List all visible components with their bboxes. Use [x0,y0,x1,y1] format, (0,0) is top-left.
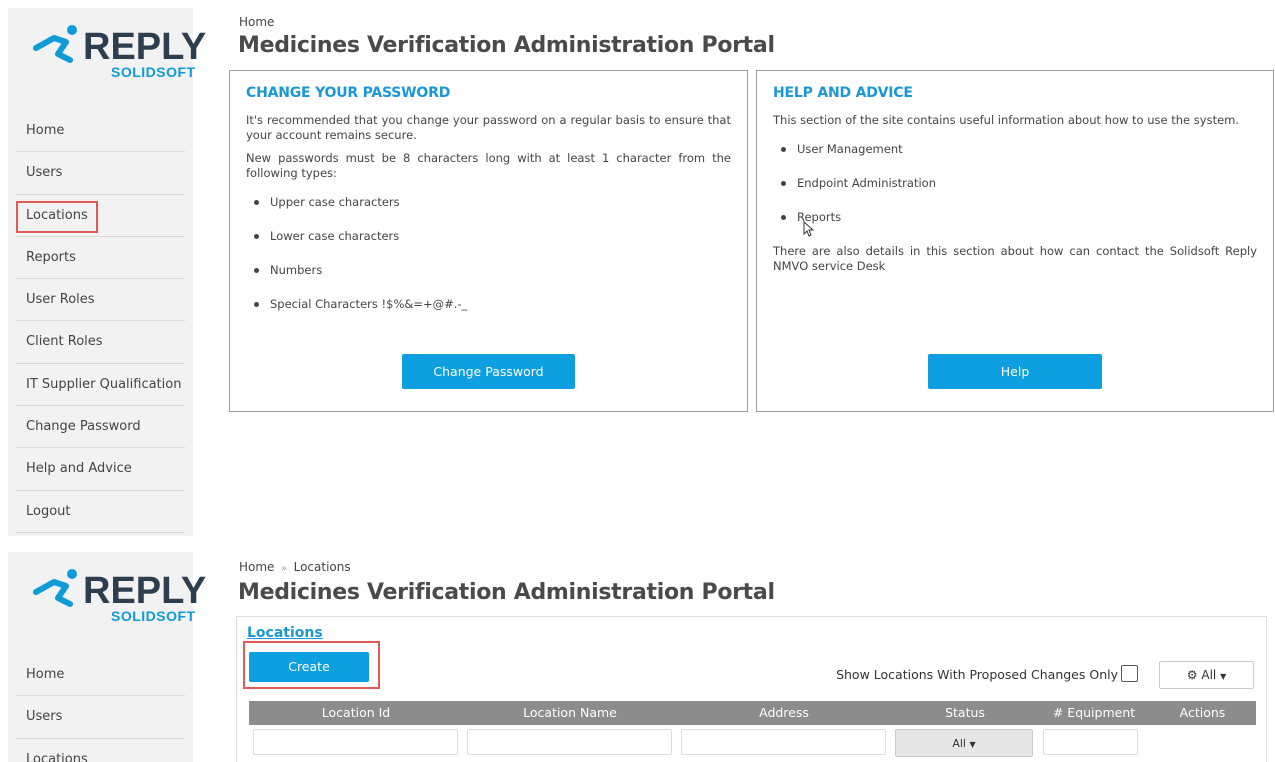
list-item: Numbers [254,263,731,297]
nav-item-user-roles[interactable]: User Roles [16,279,185,322]
table-header: Location Id Location Name Address Status… [249,701,1256,725]
location-id-filter-input[interactable] [253,729,458,755]
locations-screen: REPLY SOLIDSOFT Home Users Locations Hom… [0,548,1275,762]
status-filter-label: All [952,737,966,750]
breadcrumb-current: Locations [293,560,351,574]
status-filter-dropdown[interactable]: All ▼ [895,729,1033,757]
locations-panel: Locations Create Show Locations With Pro… [236,616,1267,762]
logo[interactable]: REPLY SOLIDSOFT [8,552,206,644]
help-card: HELP AND ADVICE This section of the site… [756,70,1274,412]
nav-item-change-password[interactable]: Change Password [16,406,185,449]
col-location-id[interactable]: Location Id [249,701,463,725]
nav-item-logout[interactable]: Logout [16,491,185,533]
help-card-p1: This section of the site contains useful… [773,113,1240,127]
col-actions: Actions [1179,705,1226,720]
help-topics-list: User Management Endpoint Administration … [781,142,1257,244]
nav-menu: Home Users Locations [16,654,185,762]
breadcrumb: Home [239,15,274,29]
list-item[interactable]: Endpoint Administration [781,176,1257,210]
mouse-cursor-icon [803,221,815,237]
nav-item-users[interactable]: Users [16,152,185,195]
breadcrumb-home[interactable]: Home [239,560,274,574]
col-status[interactable]: Status [891,701,1039,725]
locations-heading[interactable]: Locations [247,625,323,641]
nav-item-home[interactable]: Home [16,110,185,153]
col-location-name[interactable]: Location Name [463,701,677,725]
sidebar: REPLY SOLIDSOFT Home Users Locations Rep… [8,8,206,536]
breadcrumb-home[interactable]: Home [239,15,274,29]
caret-down-icon: ▼ [1220,672,1227,681]
create-button[interactable]: Create [249,652,369,682]
list-item: Special Characters !$%&=+@#.-_ [254,297,731,331]
list-item: Upper case characters [254,195,731,229]
nav-item-home[interactable]: Home [16,654,185,697]
highlight-box [16,200,98,233]
password-card: CHANGE YOUR PASSWORD It's recommended th… [229,70,748,412]
help-card-p2: There are also details in this section a… [773,244,1257,273]
nav-item-locations[interactable]: Locations [16,195,185,237]
list-item[interactable]: Reports [781,210,1257,244]
list-item[interactable]: User Management [781,142,1257,176]
password-card-heading: CHANGE YOUR PASSWORD [246,85,451,101]
nav-item-users[interactable]: Users [16,696,185,739]
help-button[interactable]: Help [928,354,1102,389]
nav-item-reports[interactable]: Reports [16,237,185,280]
col-address[interactable]: Address [677,701,891,725]
all-button-label: All [1201,668,1217,682]
equipment-filter-input[interactable] [1043,729,1138,755]
location-name-filter-input[interactable] [467,729,672,755]
nav-item-locations[interactable]: Locations [16,739,185,762]
help-card-heading: HELP AND ADVICE [773,85,913,101]
nav-item-help[interactable]: Help and Advice [16,448,185,491]
nav-item-client-roles[interactable]: Client Roles [16,321,185,364]
logo-brand: REPLY [83,570,207,612]
logo-sub: SOLIDSOFT [111,608,196,624]
change-password-button[interactable]: Change Password [402,354,575,389]
password-rules-list: Upper case characters Lower case charact… [254,195,731,331]
list-item: Lower case characters [254,229,731,263]
password-card-p2: New passwords must be 8 characters long … [246,151,731,180]
password-card-p1: It's recommended that you change your pa… [246,113,731,142]
breadcrumb: Home » Locations [239,560,351,574]
runner-logo-icon [33,25,77,63]
caret-down-icon: ▼ [969,740,976,749]
breadcrumb-separator: » [281,564,287,574]
nav-menu: Home Users Locations Reports User Roles … [16,110,185,533]
logo-brand: REPLY [83,26,207,68]
address-filter-input[interactable] [681,729,886,755]
proposed-changes-checkbox[interactable] [1121,665,1138,682]
logo[interactable]: REPLY SOLIDSOFT [8,8,206,100]
page-title: Medicines Verification Administration Po… [238,33,775,58]
sidebar: REPLY SOLIDSOFT Home Users Locations [8,552,206,762]
page-title: Medicines Verification Administration Po… [238,580,775,605]
show-proposed-label: Show Locations With Proposed Changes Onl… [836,667,1118,682]
runner-logo-icon [33,569,77,607]
home-screen: REPLY SOLIDSOFT Home Users Locations Rep… [0,0,1275,540]
column-filter-dropdown[interactable]: ⚙ All ▼ [1159,661,1254,689]
gear-icon: ⚙ [1186,668,1198,682]
col-equipment[interactable]: # Equipment [1039,701,1149,725]
nav-item-it-supplier[interactable]: IT Supplier Qualification [16,364,185,407]
logo-sub: SOLIDSOFT [111,64,196,80]
